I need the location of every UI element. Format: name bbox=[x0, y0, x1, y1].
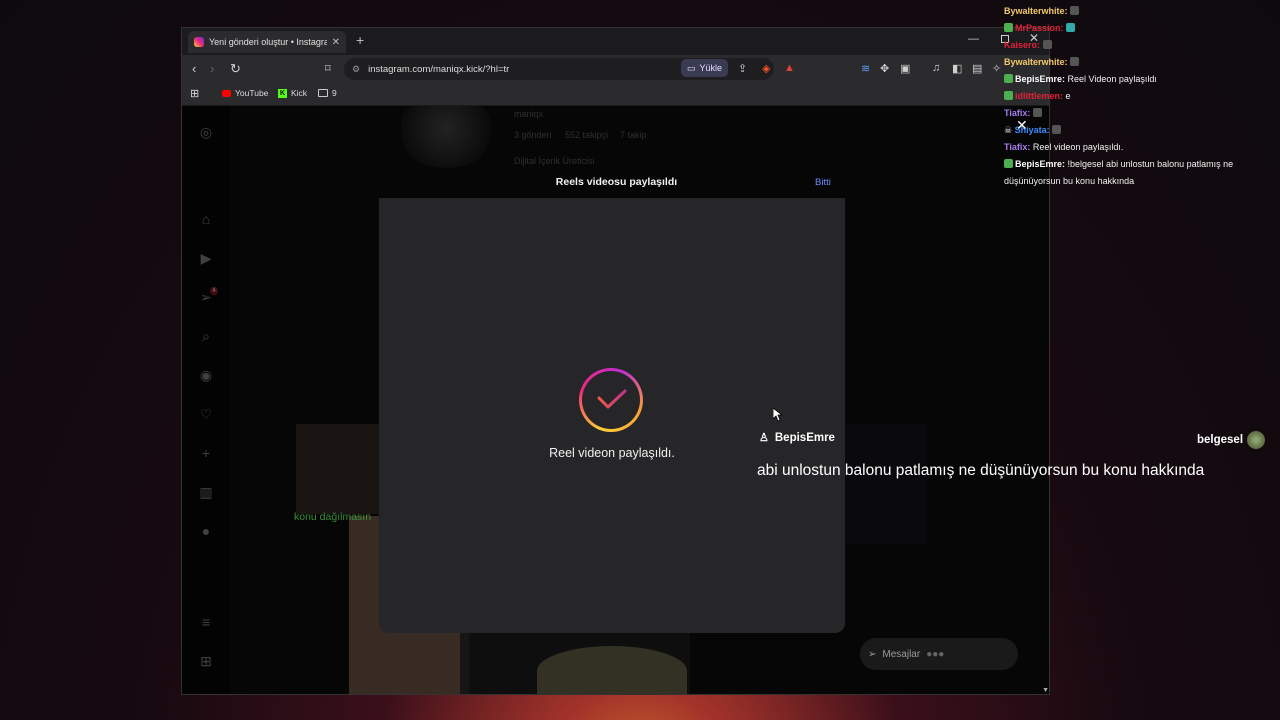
chat-username: BepisEmre bbox=[1015, 74, 1063, 84]
overlay-avatar bbox=[1247, 431, 1266, 449]
chat-message: Bywalterwhite: bbox=[1004, 3, 1274, 20]
close-tab-icon[interactable]: ✕ bbox=[332, 37, 340, 48]
chat-username: BepisEmre bbox=[1015, 159, 1063, 169]
navigation-bar: ‹ › ↻ ⌑ ⚙ instagram.com/maniqx.kick/?hl=… bbox=[182, 55, 1049, 83]
sidebar-toggle-icon[interactable]: ◧ bbox=[952, 62, 962, 75]
subscriber-badge-icon bbox=[1004, 23, 1013, 32]
brave-rewards-icon[interactable]: ▲ bbox=[784, 62, 795, 74]
chat-message: Bywalterwhite: bbox=[1004, 54, 1274, 71]
tts-username-text: BepisEmre bbox=[774, 431, 835, 444]
bookmark-label: YouTube bbox=[235, 88, 269, 98]
chat-message: BepisEmre: Reel Videon paylaşıldı bbox=[1004, 71, 1274, 88]
media-icon[interactable]: ♫ bbox=[932, 62, 940, 74]
kick-icon: K bbox=[278, 88, 287, 98]
chat-message: Kaisero: bbox=[1004, 37, 1274, 54]
bookmark-kick[interactable]: K Kick bbox=[278, 88, 307, 98]
screenshot-icon[interactable]: ▣ bbox=[900, 62, 910, 75]
subscriber-badge-icon bbox=[1004, 159, 1013, 168]
messages-pill-label: Mesajlar bbox=[882, 648, 921, 660]
emote-icon bbox=[1032, 108, 1042, 117]
scroll-down-icon[interactable]: ▼ bbox=[1042, 687, 1049, 694]
overlay-username: belgesel bbox=[1197, 434, 1244, 446]
url-text: instagram.com/maniqx.kick/?hl=tr bbox=[368, 63, 510, 75]
bookmark-label: Kick bbox=[291, 88, 308, 98]
youtube-icon bbox=[222, 89, 231, 97]
chat-text: e bbox=[1065, 91, 1071, 101]
folder-icon bbox=[318, 89, 328, 97]
sound-wave-icon[interactable]: ≋ bbox=[861, 62, 870, 75]
success-message: Reel videon paylaşıldı. bbox=[549, 446, 675, 460]
tab-instagram[interactable]: Yeni gönderi oluştur • Instagram ✕ bbox=[188, 31, 346, 53]
chat-message: Tiafix: Reel videon paylaşıldı. bbox=[1004, 142, 1124, 152]
chat-username: Bywalterwhite bbox=[1004, 57, 1065, 67]
close-overlay-icon: ✕ bbox=[1016, 117, 1028, 133]
tab-bar: Yeni gönderi oluştur • Instagram ✕ + — ✕ bbox=[182, 28, 1049, 55]
stream-chat: Bywalterwhite: MrPassion: Kaisero: Bywal… bbox=[1004, 3, 1274, 190]
chat-text: Reel Videon paylaşıldı bbox=[1067, 74, 1157, 84]
stream-caption: konu dağılmasın bbox=[294, 511, 372, 523]
checkmark-icon bbox=[597, 389, 627, 409]
minimize-icon[interactable]: — bbox=[968, 33, 979, 45]
emote-icon bbox=[1042, 40, 1052, 49]
messages-pill[interactable]: ➢ Mesajlar ●●● bbox=[860, 638, 1018, 670]
messages-avatars: ●●● bbox=[926, 648, 945, 660]
mouse-cursor-icon bbox=[773, 408, 783, 422]
done-button[interactable]: Bitti bbox=[815, 177, 831, 188]
wallet-icon[interactable]: ▤ bbox=[972, 62, 982, 75]
extensions-icon[interactable]: ✥ bbox=[880, 62, 889, 75]
overlay-user-right: belgesel bbox=[1197, 431, 1266, 449]
emote-icon bbox=[1070, 57, 1080, 66]
forward-icon[interactable]: › bbox=[210, 61, 214, 76]
subscriber-badge-icon bbox=[1004, 74, 1013, 83]
chat-username: Tiafix bbox=[1004, 142, 1028, 152]
chat-message: BepisEmre: !belgesel abi unlostun balonu… bbox=[1004, 159, 1234, 186]
instagram-page: ◎ ⌂ ▶ ➢ 4 ⌕ ◉ ♡ + ▥ ● ≡ ⊞ maniqx 3 gönde… bbox=[182, 106, 1049, 694]
chat-username: Kaisero bbox=[1004, 40, 1038, 50]
chat-username: idlittlemen bbox=[1015, 91, 1061, 101]
skull-badge-icon: ☠ bbox=[1004, 125, 1013, 135]
tab-title: Yeni gönderi oluştur • Instagram bbox=[209, 37, 327, 47]
emote-icon bbox=[1052, 125, 1062, 134]
leo-ai-icon[interactable]: ✧ bbox=[992, 62, 1001, 75]
reload-icon[interactable]: ↻ bbox=[230, 61, 241, 77]
bookmark-youtube[interactable]: YouTube bbox=[222, 88, 268, 98]
tts-message: abi unlostun balonu patlamış ne düşünüyo… bbox=[757, 462, 1205, 479]
bookmark-icon[interactable]: ⌑ bbox=[325, 62, 331, 75]
share-icon[interactable]: ⇪ bbox=[738, 62, 747, 75]
browser-window: Yeni gönderi oluştur • Instagram ✕ + — ✕… bbox=[181, 27, 1050, 695]
chat-message: idlittlemen: e bbox=[1004, 88, 1274, 105]
upload-icon: ▭ bbox=[687, 62, 696, 73]
emote-icon bbox=[1070, 6, 1080, 15]
success-check-icon bbox=[579, 368, 643, 432]
bookmark-folder[interactable]: 9 bbox=[318, 88, 337, 98]
instagram-favicon-icon bbox=[194, 37, 204, 47]
user-icon: ♙ bbox=[759, 432, 769, 444]
apps-grid-icon[interactable]: ⊞ bbox=[190, 87, 199, 100]
chat-username: MrPassion bbox=[1015, 23, 1061, 33]
bookmarks-bar: ⊞ YouTube K Kick 9 bbox=[182, 83, 1049, 106]
upload-label: Yükle bbox=[699, 63, 723, 73]
bookmark-label: 9 bbox=[332, 88, 337, 98]
brave-shield-icon[interactable]: ◈ bbox=[762, 62, 770, 75]
tts-username: ♙ BepisEmre bbox=[759, 431, 835, 445]
new-tab-icon[interactable]: + bbox=[356, 32, 364, 48]
chat-message: MrPassion: bbox=[1004, 20, 1274, 37]
upload-button[interactable]: ▭ Yükle bbox=[681, 59, 729, 77]
site-info-icon[interactable]: ⚙ bbox=[352, 64, 360, 75]
subscriber-badge-icon bbox=[1004, 91, 1013, 100]
modal-title: Reels videosu paylaşıldı bbox=[555, 176, 678, 188]
back-icon[interactable]: ‹ bbox=[192, 61, 196, 76]
chat-message: Tiafix: bbox=[1004, 105, 1274, 122]
chat-text: Reel videon paylaşıldı. bbox=[1032, 142, 1124, 152]
chat-message: ☠ Shiyata: bbox=[1004, 122, 1274, 139]
emote-icon bbox=[1066, 23, 1076, 32]
messages-pill-icon: ➢ bbox=[868, 648, 877, 660]
chat-username: Bywalterwhite bbox=[1004, 6, 1065, 16]
